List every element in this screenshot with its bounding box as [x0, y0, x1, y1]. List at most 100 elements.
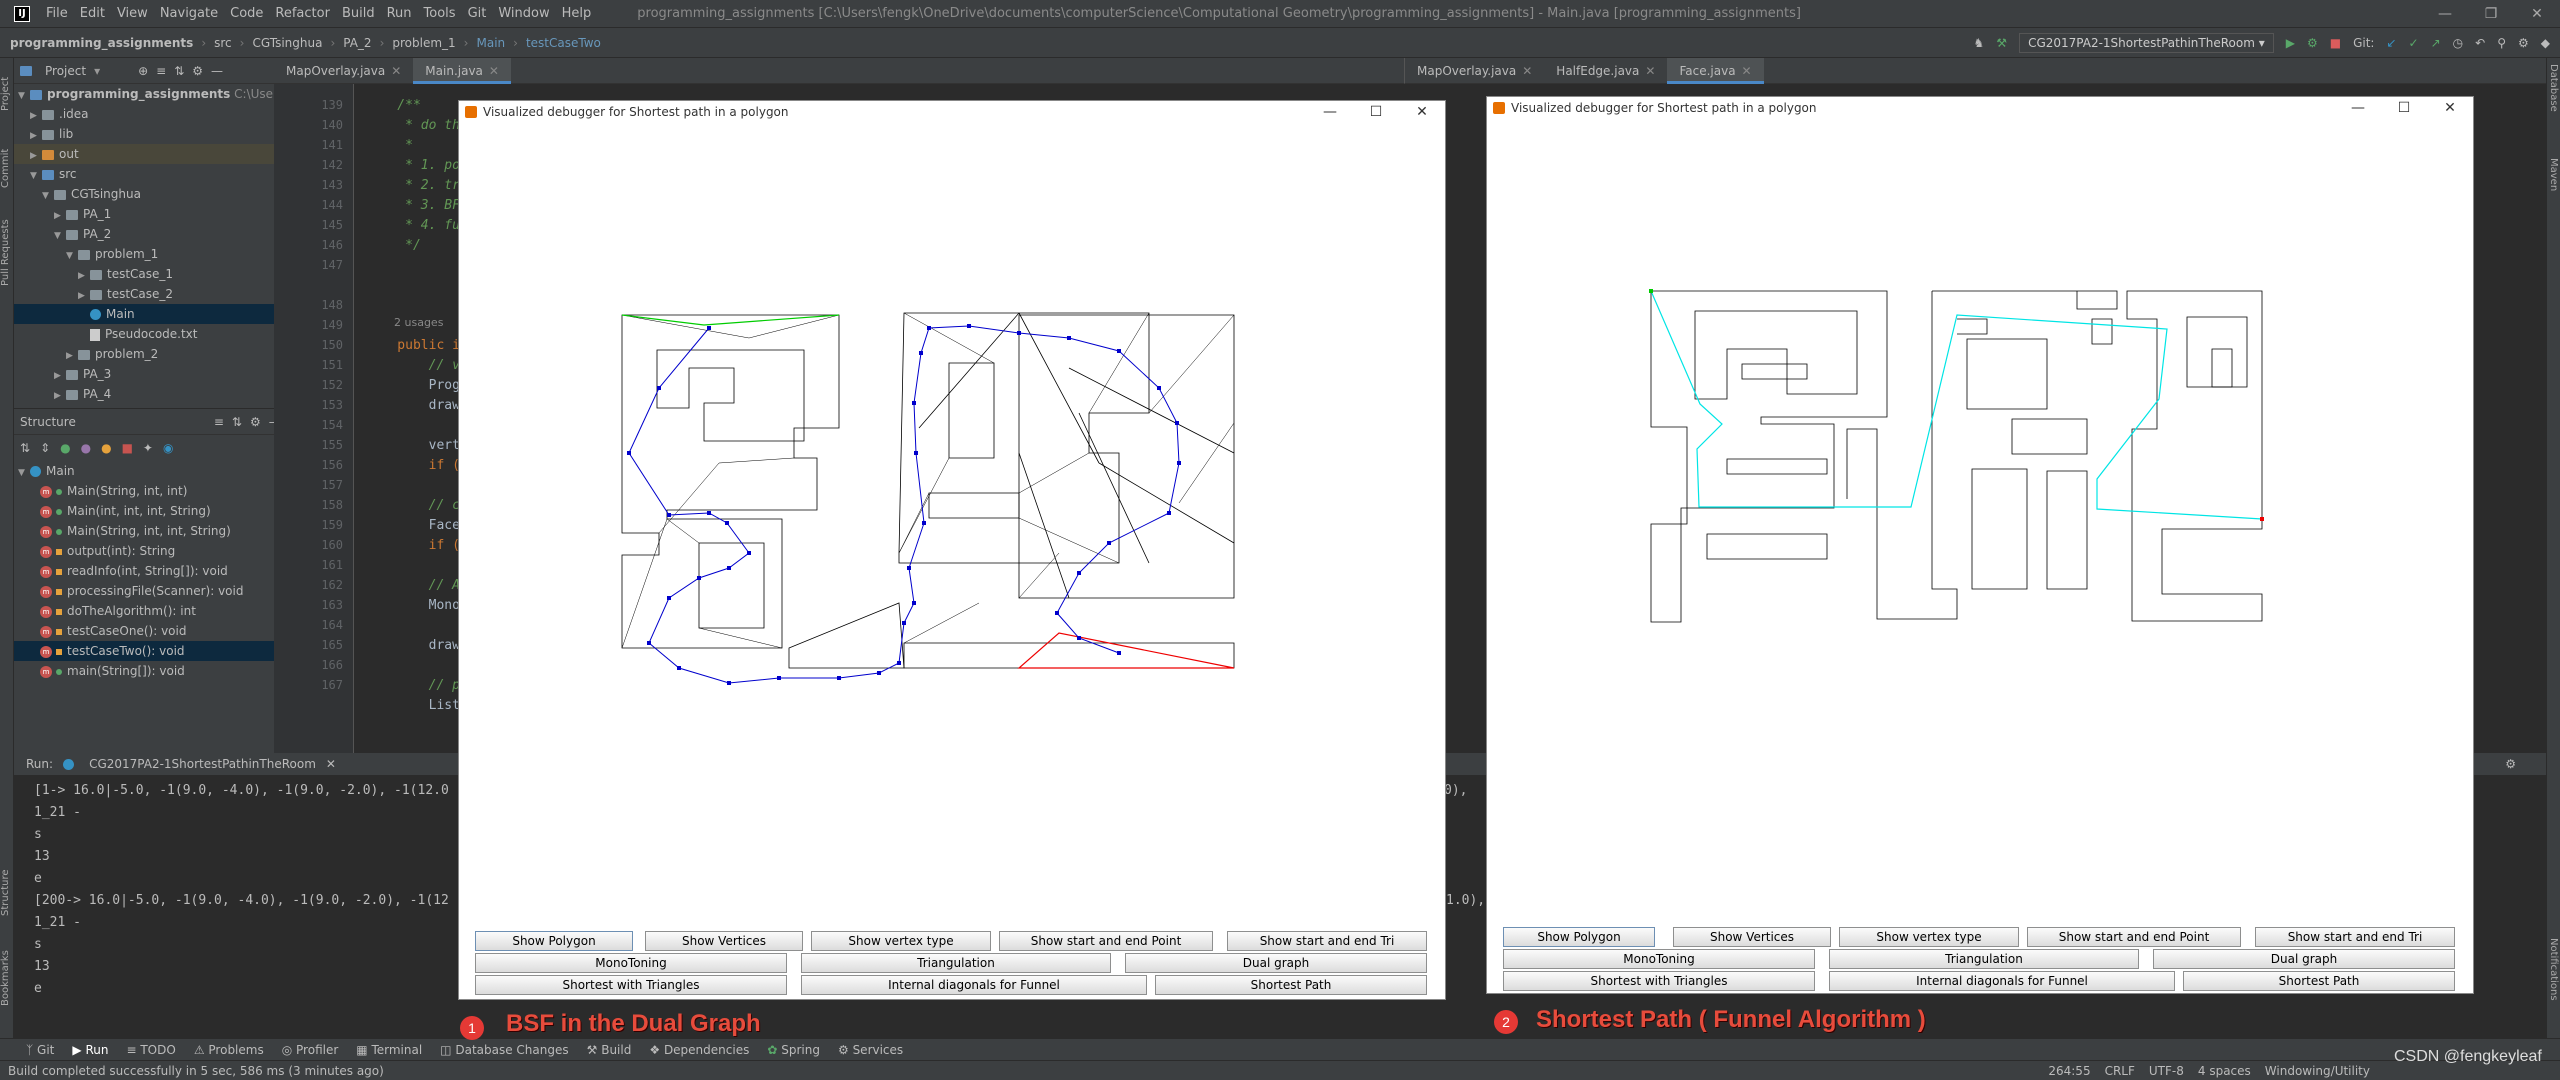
- code-line[interactable]: Mono: [366, 598, 460, 613]
- tool-commit[interactable]: Commit: [0, 138, 14, 198]
- stop-icon[interactable]: ■: [2330, 36, 2341, 50]
- tab-mapoverlay-right[interactable]: MapOverlay.java ✕: [1405, 58, 1544, 84]
- breadcrumb-project[interactable]: programming_assignments: [0, 36, 197, 50]
- status-message[interactable]: Build completed successfully in 5 sec, 5…: [8, 1064, 384, 1078]
- breadcrumb-pa2[interactable]: PA_2: [339, 36, 375, 50]
- code-line[interactable]: // c: [366, 498, 460, 513]
- tree-item[interactable]: ▶ out: [14, 144, 274, 164]
- run-config-tab[interactable]: CG2017PA2-1ShortestPathinTheRoom: [89, 757, 316, 771]
- menu-edit[interactable]: Edit: [74, 6, 111, 21]
- tab-main[interactable]: Main.java ✕: [413, 57, 511, 84]
- gear-icon[interactable]: ⚙: [250, 415, 261, 429]
- show-start-end-point-button[interactable]: Show start and end Point: [999, 931, 1213, 951]
- git-push-icon[interactable]: ↗: [2431, 36, 2441, 50]
- menu-git[interactable]: Git: [462, 6, 493, 21]
- structure-member[interactable]: m Main(String, int, int): [14, 481, 274, 501]
- tool-maven[interactable]: Maven: [2548, 158, 2559, 191]
- collapse-icon[interactable]: ≡: [214, 415, 224, 429]
- file-encoding[interactable]: UTF-8: [2149, 1064, 2184, 1078]
- code-line[interactable]: // p: [366, 678, 460, 693]
- code-line[interactable]: // A: [366, 578, 460, 593]
- code-line[interactable]: draw: [366, 638, 460, 653]
- tree-item[interactable]: ▶ PA_1: [14, 204, 274, 224]
- sort-type-icon[interactable]: ⇅: [20, 441, 30, 455]
- shortest-path-button[interactable]: Shortest Path: [1155, 975, 1427, 995]
- close-icon[interactable]: ✕: [2427, 97, 2473, 119]
- breadcrumb-src[interactable]: src: [210, 36, 236, 50]
- run-config-select[interactable]: CG2017PA2-1ShortestPathinTheRoom ▾: [2019, 33, 2274, 53]
- monotoning-button[interactable]: MonoToning: [475, 953, 787, 973]
- structure-member[interactable]: m testCaseOne(): void: [14, 621, 274, 641]
- tool-spring[interactable]: ✿ Spring: [767, 1043, 820, 1057]
- code-line[interactable]: if (: [366, 538, 460, 553]
- inherited-icon[interactable]: ●: [60, 441, 70, 455]
- build-hammer-icon[interactable]: ⚒: [1996, 36, 2007, 50]
- project-header-label[interactable]: Project: [45, 64, 86, 78]
- menu-navigate[interactable]: Navigate: [154, 6, 224, 21]
- show-polygon-button[interactable]: Show Polygon: [475, 931, 633, 951]
- tool-problems[interactable]: ⚠ Problems: [194, 1043, 264, 1057]
- tree-item[interactable]: ▶ problem_2: [14, 344, 274, 364]
- collapse-icon[interactable]: ≡: [156, 64, 166, 78]
- menu-help[interactable]: Help: [556, 6, 598, 21]
- tree-item[interactable]: ▼ problem_1: [14, 244, 274, 264]
- show-vertices-button[interactable]: Show Vertices: [645, 931, 803, 951]
- close-tab-icon[interactable]: ✕: [1742, 64, 1752, 78]
- close-tab-icon[interactable]: ✕: [489, 64, 499, 78]
- structure-member-selected[interactable]: m testCaseTwo(): void: [14, 641, 274, 661]
- git-commit-icon[interactable]: ✓: [2409, 36, 2419, 50]
- tree-item[interactable]: ▶ PA_3: [14, 364, 274, 384]
- code-line[interactable]: List: [366, 698, 460, 713]
- menu-tools[interactable]: Tools: [418, 6, 462, 21]
- ide-icon[interactable]: ◆: [2541, 36, 2550, 50]
- menu-run[interactable]: Run: [381, 6, 418, 21]
- shortest-with-triangles-button[interactable]: Shortest with Triangles: [475, 975, 787, 995]
- structure-member[interactable]: m output(int): String: [14, 541, 274, 561]
- usages-hint[interactable]: 2 usages: [394, 316, 443, 329]
- expand-icon[interactable]: ⇅: [174, 64, 184, 78]
- fields-icon[interactable]: ●: [81, 441, 91, 455]
- triangulation-button[interactable]: Triangulation: [1829, 949, 2139, 969]
- code-line[interactable]: * 3. BF: [366, 198, 460, 213]
- lambdas-icon[interactable]: ■: [122, 441, 133, 455]
- tree-item[interactable]: ▼ CGTsinghua: [14, 184, 274, 204]
- chevron-down-icon[interactable]: ▾: [94, 64, 100, 78]
- code-line[interactable]: *: [366, 138, 413, 153]
- close-icon[interactable]: ✕: [1399, 101, 1445, 123]
- autoscroll-icon[interactable]: ◉: [163, 441, 173, 455]
- restore-icon[interactable]: ❐: [2468, 0, 2514, 28]
- code-line[interactable]: */: [366, 238, 421, 253]
- search-icon[interactable]: ⚲: [2497, 36, 2506, 50]
- code-line[interactable]: public i: [366, 338, 460, 353]
- code-line[interactable]: // v: [366, 358, 460, 373]
- maximize-icon[interactable]: ☐: [1353, 101, 1399, 123]
- tree-item[interactable]: ▶ testCase_2: [14, 284, 274, 304]
- menu-refactor[interactable]: Refactor: [269, 6, 336, 21]
- structure-member[interactable]: m Main(int, int, int, String): [14, 501, 274, 521]
- tool-notifications[interactable]: Notifications: [2548, 938, 2559, 1001]
- gear-icon[interactable]: ⚙: [192, 64, 203, 78]
- structure-member[interactable]: m readInfo(int, String[]): void: [14, 561, 274, 581]
- triangulation-button[interactable]: Triangulation: [801, 953, 1111, 973]
- show-start-end-tri-button[interactable]: Show start and end Tri: [1227, 931, 1427, 951]
- status-extra[interactable]: Windowing/Utility: [2265, 1064, 2370, 1078]
- tool-terminal[interactable]: ▦ Terminal: [356, 1043, 422, 1057]
- breadcrumb-main[interactable]: Main: [472, 36, 509, 50]
- close-tab-icon[interactable]: ✕: [1645, 64, 1655, 78]
- settings-icon[interactable]: ⚙: [2518, 36, 2529, 50]
- tool-profiler[interactable]: ◎ Profiler: [282, 1043, 339, 1057]
- dual-graph-button[interactable]: Dual graph: [1125, 953, 1427, 973]
- monotoning-button[interactable]: MonoToning: [1503, 949, 1815, 969]
- close-icon[interactable]: ✕: [2514, 0, 2560, 28]
- structure-member[interactable]: m processingFile(Scanner): void: [14, 581, 274, 601]
- history-icon[interactable]: ◷: [2453, 36, 2463, 50]
- breadcrumb-problem1[interactable]: problem_1: [388, 36, 459, 50]
- run-icon[interactable]: ▶: [2286, 36, 2295, 50]
- rollback-icon[interactable]: ↶: [2475, 36, 2485, 50]
- tool-services[interactable]: ⚙ Services: [838, 1043, 903, 1057]
- close-tab-icon[interactable]: ✕: [391, 64, 401, 78]
- tree-item[interactable]: ▼ PA_2: [14, 224, 274, 244]
- tool-build[interactable]: ⚒ Build: [587, 1043, 632, 1057]
- show-polygon-button[interactable]: Show Polygon: [1503, 927, 1655, 947]
- tool-dependencies[interactable]: ❖ Dependencies: [649, 1043, 749, 1057]
